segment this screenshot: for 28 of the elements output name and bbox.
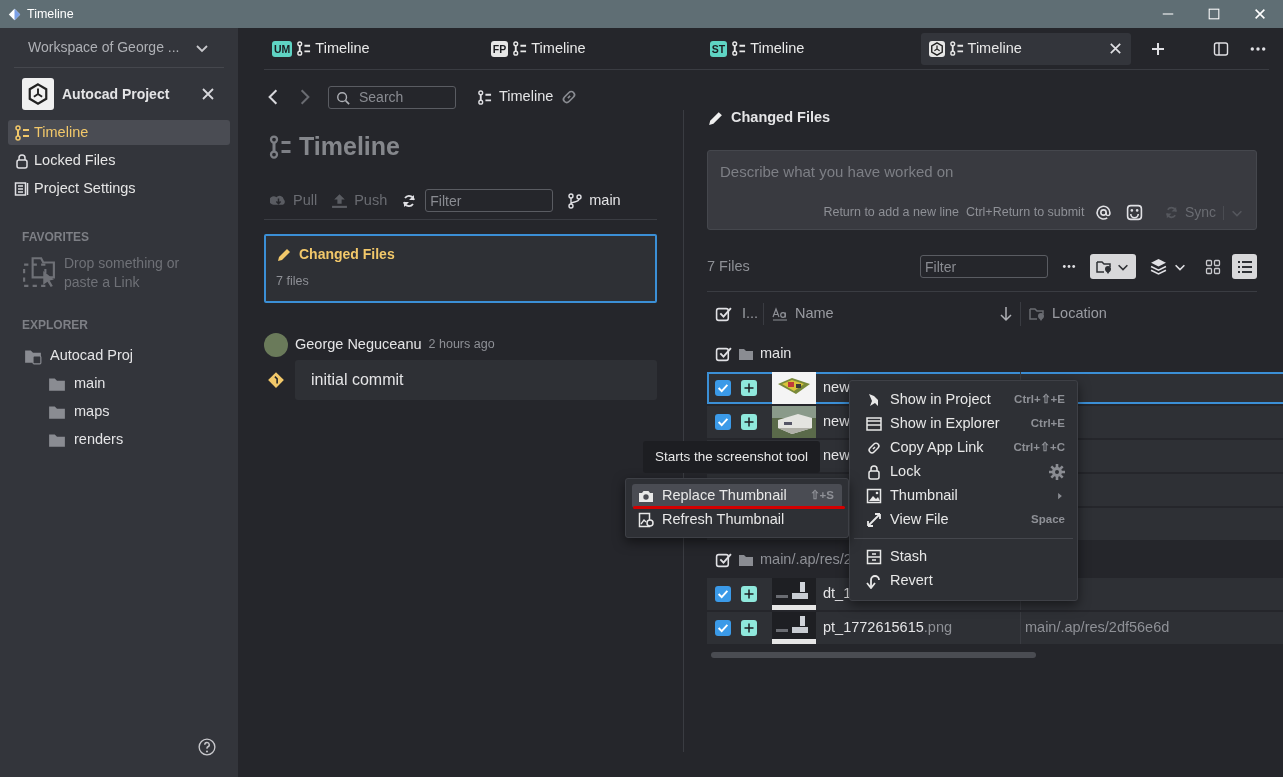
file-name: new: [823, 446, 850, 466]
keyboard-hint: Return to add a new line: [823, 204, 959, 222]
group-label: main: [760, 344, 792, 364]
file-name: new: [823, 412, 850, 432]
file-location: main/.ap/res/2df56e6d: [1025, 618, 1170, 638]
file-name: new: [823, 378, 850, 398]
file-count: 7 files: [276, 273, 310, 290]
card-title: Changed Files: [299, 245, 395, 264]
file-name: pt_1772615615.png: [823, 618, 953, 638]
commit-time: 2 hours ago: [428, 336, 495, 354]
keyboard-hint: Ctrl+Return to submit: [965, 204, 1085, 222]
file-count: 7 Files: [707, 256, 750, 276]
tooltip: Starts the screenshot tool: [643, 441, 821, 474]
author-name: George Neguceanu: [295, 334, 422, 354]
shortcut: Ctrl+⇧+C: [1013, 440, 1065, 456]
shortcut: Space: [1031, 512, 1065, 528]
shortcut: ⇧+S: [809, 488, 834, 504]
file-name: dt_1: [823, 584, 852, 604]
shortcut: Ctrl+⇧+E: [1014, 392, 1065, 408]
section-heading: FAVORITES: [21, 229, 91, 246]
panel-heading: Changed Files: [731, 108, 831, 128]
window-title: Timeline: [27, 5, 74, 23]
project-name: Autocad Project: [62, 84, 170, 104]
shortcut: Ctrl+E: [1030, 416, 1065, 432]
page-heading: Timeline: [299, 131, 400, 163]
section-heading: EXPLORER: [21, 317, 89, 334]
drop-hint: Drop something or paste a Link: [64, 254, 181, 292]
group-label: main/.ap/res/2: [760, 550, 852, 570]
